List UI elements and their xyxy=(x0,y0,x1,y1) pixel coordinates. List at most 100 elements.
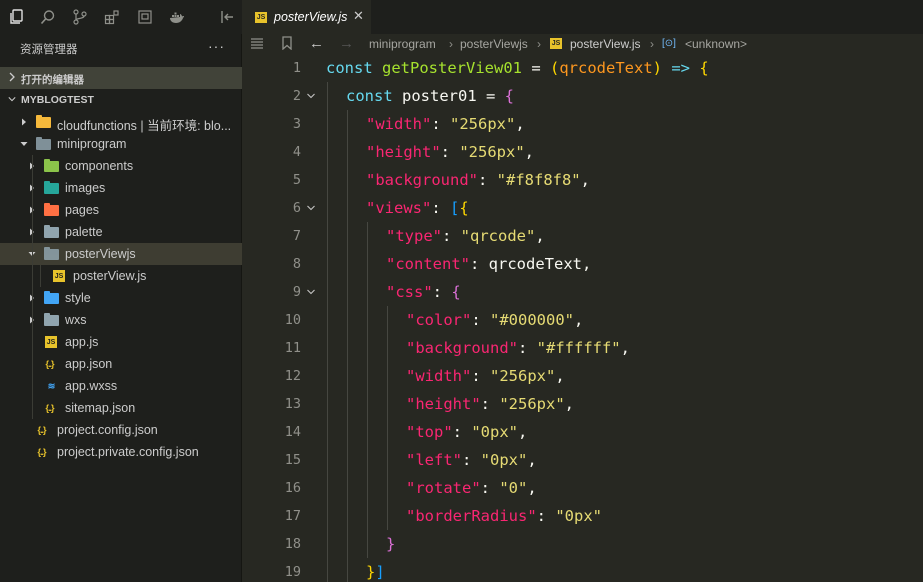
folder-item[interactable]: palette xyxy=(0,221,242,243)
line-number: 17 xyxy=(284,508,301,524)
indent-guide xyxy=(32,155,33,419)
folder-item[interactable]: miniprogram xyxy=(0,133,242,155)
code-line: const poster01 = { xyxy=(346,82,514,110)
code-line: "height": "256px", xyxy=(366,138,534,166)
folder-item[interactable]: posterViewjs xyxy=(0,243,242,265)
code-token: "top" xyxy=(406,423,453,441)
indent-guide xyxy=(387,390,388,418)
indent-guide xyxy=(367,306,368,334)
code-token: : xyxy=(432,283,452,301)
explorer-files-icon[interactable] xyxy=(8,8,26,26)
indent-guide xyxy=(347,446,348,474)
code-token: : xyxy=(517,339,537,357)
code-token: "256px" xyxy=(459,143,525,161)
line-number: 8 xyxy=(292,256,301,272)
line-number: 15 xyxy=(284,452,301,468)
line-number: 16 xyxy=(284,480,301,496)
code-line: "color": "#000000", xyxy=(406,306,583,334)
tree-item-label: palette xyxy=(65,225,103,239)
code-token: "css" xyxy=(386,283,433,301)
breadcrumb-posterview-file[interactable]: posterView.js xyxy=(570,37,640,51)
folder-item[interactable]: cloudfunctions | 当前环境: blo... xyxy=(0,111,242,133)
remote-explorer-icon[interactable] xyxy=(136,8,154,26)
tree-item-label: miniprogram xyxy=(57,137,127,151)
code-token: "0px" xyxy=(555,507,602,525)
folder-item[interactable]: style xyxy=(0,287,242,309)
code-token: , xyxy=(518,423,528,441)
code-editor[interactable]: const getPosterView01 = (qrcodeText) => … xyxy=(326,54,923,582)
tree-item-label: images xyxy=(65,181,106,195)
code-line: "background": "#f8f8f8", xyxy=(366,166,590,194)
open-editors-section[interactable]: 打开的编辑器 xyxy=(0,67,242,89)
file-item[interactable]: {..} project.private.config.json xyxy=(0,441,242,463)
code-line: } xyxy=(386,530,395,558)
indent-guide xyxy=(347,474,348,502)
forward-arrow-icon[interactable]: → xyxy=(339,35,354,52)
chevron-down-icon xyxy=(8,97,16,102)
folder-item[interactable]: pages xyxy=(0,199,242,221)
tree-item-label: sitemap.json xyxy=(65,401,136,415)
code-token: : xyxy=(431,115,450,133)
folder-item[interactable]: images xyxy=(0,177,242,199)
indent-guide xyxy=(327,474,328,502)
code-token: "color" xyxy=(406,311,472,329)
file-item[interactable]: JS app.js xyxy=(0,331,242,353)
tab-label: posterView.js xyxy=(274,10,348,24)
line-number: 2 xyxy=(292,88,301,104)
code-token: "height" xyxy=(366,143,441,161)
code-line: "left": "0px", xyxy=(406,446,537,474)
indent-guide xyxy=(367,446,368,474)
docker-icon[interactable] xyxy=(168,8,186,26)
breadcrumb-unknown[interactable]: <unknown> xyxy=(685,37,747,51)
indent-guide xyxy=(347,390,348,418)
breadcrumb-miniprogram[interactable]: miniprogram xyxy=(369,37,436,51)
tab-posterview-js[interactable]: JS posterView.js ✕ xyxy=(243,0,371,34)
code-token: , xyxy=(535,227,545,245)
fold-chevron-icon[interactable] xyxy=(307,204,315,212)
code-token: qrcodeText xyxy=(488,255,582,273)
back-arrow-icon[interactable]: ← xyxy=(309,35,324,52)
code-token: "256px" xyxy=(490,367,556,385)
source-control-icon[interactable] xyxy=(71,8,89,26)
search-icon[interactable] xyxy=(39,8,57,26)
extensions-icon[interactable] xyxy=(103,8,121,26)
bookmark-icon[interactable] xyxy=(281,36,293,53)
folder-icon xyxy=(44,225,59,238)
folder-images-icon xyxy=(44,181,59,194)
file-item[interactable]: {..} sitemap.json xyxy=(0,397,242,419)
code-token: : xyxy=(452,423,472,441)
tree-item-label: posterView.js xyxy=(73,269,147,283)
code-token: => xyxy=(662,59,700,77)
code-token: : xyxy=(480,479,500,497)
file-item[interactable]: {..} app.json xyxy=(0,353,242,375)
folder-item[interactable]: components xyxy=(0,155,242,177)
indent-guide xyxy=(387,418,388,446)
folder-open-icon xyxy=(44,247,59,260)
folder-item[interactable]: wxs xyxy=(0,309,242,331)
more-actions-button[interactable]: ··· xyxy=(208,38,225,54)
code-token: "borderRadius" xyxy=(406,507,537,525)
close-icon[interactable]: ✕ xyxy=(353,8,364,24)
project-section[interactable]: MYBLOGTEST xyxy=(0,89,242,111)
code-token: , xyxy=(555,367,565,385)
code-token: ( xyxy=(549,59,560,77)
indent-guide xyxy=(387,446,388,474)
file-item[interactable]: {..} project.config.json xyxy=(0,419,242,441)
code-token: , xyxy=(574,311,584,329)
json-file-icon: {..} xyxy=(45,403,54,413)
code-token: , xyxy=(564,395,574,413)
code-token: , xyxy=(620,339,630,357)
list-icon[interactable] xyxy=(250,36,264,53)
file-item[interactable]: JS posterView.js xyxy=(0,265,242,287)
code-line: "content": qrcodeText, xyxy=(386,250,591,278)
project-name: MYBLOGTEST xyxy=(21,94,94,106)
breadcrumb-posterviewjs[interactable]: posterViewjs xyxy=(460,37,528,51)
code-token: const xyxy=(346,87,402,105)
code-token: { xyxy=(459,199,469,217)
fold-chevron-icon[interactable] xyxy=(307,92,315,100)
file-item[interactable]: ≋ app.wxss xyxy=(0,375,242,397)
fold-chevron-icon[interactable] xyxy=(307,288,315,296)
collapse-panel-icon[interactable] xyxy=(219,8,237,26)
json-file-icon: {..} xyxy=(45,359,54,369)
open-editors-label: 打开的编辑器 xyxy=(21,74,84,86)
